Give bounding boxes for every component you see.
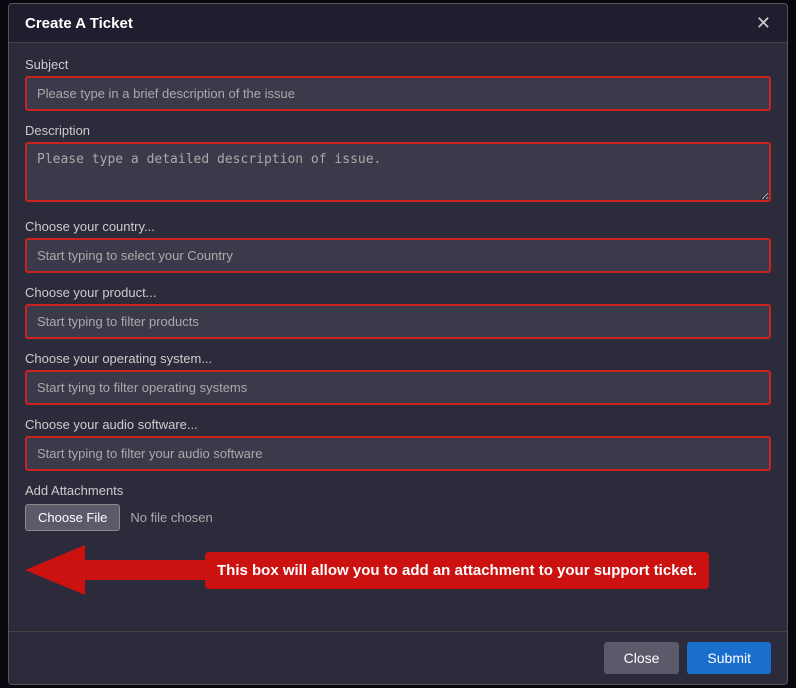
close-button[interactable]: Close bbox=[604, 642, 680, 674]
os-field-group: Choose your operating system... bbox=[25, 351, 771, 405]
modal-body: Subject Description Choose your country.… bbox=[9, 43, 787, 631]
attachments-label: Add Attachments bbox=[25, 483, 771, 498]
subject-label: Subject bbox=[25, 57, 771, 72]
audio-label: Choose your audio software... bbox=[25, 417, 771, 432]
country-label: Choose your country... bbox=[25, 219, 771, 234]
subject-input[interactable] bbox=[25, 76, 771, 111]
modal-title: Create A Ticket bbox=[25, 15, 133, 32]
attachments-row: Choose File No file chosen bbox=[25, 504, 709, 531]
country-input[interactable] bbox=[25, 238, 771, 273]
os-input[interactable] bbox=[25, 370, 771, 405]
no-file-text: No file chosen bbox=[130, 510, 212, 525]
description-field-group: Description bbox=[25, 123, 771, 207]
choose-file-button[interactable]: Choose File bbox=[25, 504, 120, 531]
submit-button[interactable]: Submit bbox=[687, 642, 771, 674]
subject-field-group: Subject bbox=[25, 57, 771, 111]
os-label: Choose your operating system... bbox=[25, 351, 771, 366]
modal-header: Create A Ticket ✕ bbox=[9, 4, 787, 43]
create-ticket-modal: Create A Ticket ✕ Subject Description Ch… bbox=[8, 3, 788, 685]
attachments-section: Add Attachments Choose File No file chos… bbox=[25, 483, 771, 605]
annotation-container: Choose File No file chosen This box will… bbox=[25, 504, 771, 605]
country-field-group: Choose your country... bbox=[25, 219, 771, 273]
description-label: Description bbox=[25, 123, 771, 138]
modal-overlay: Create A Ticket ✕ Subject Description Ch… bbox=[0, 0, 796, 688]
annotation-text: This box will allow you to add an attach… bbox=[205, 552, 709, 589]
modal-footer: Close Submit bbox=[9, 631, 787, 684]
product-label: Choose your product... bbox=[25, 285, 771, 300]
close-icon[interactable]: ✕ bbox=[756, 14, 771, 32]
product-field-group: Choose your product... bbox=[25, 285, 771, 339]
audio-field-group: Choose your audio software... bbox=[25, 417, 771, 471]
description-textarea[interactable] bbox=[25, 142, 771, 202]
product-input[interactable] bbox=[25, 304, 771, 339]
arrow-annotation-svg bbox=[25, 535, 205, 605]
audio-input[interactable] bbox=[25, 436, 771, 471]
